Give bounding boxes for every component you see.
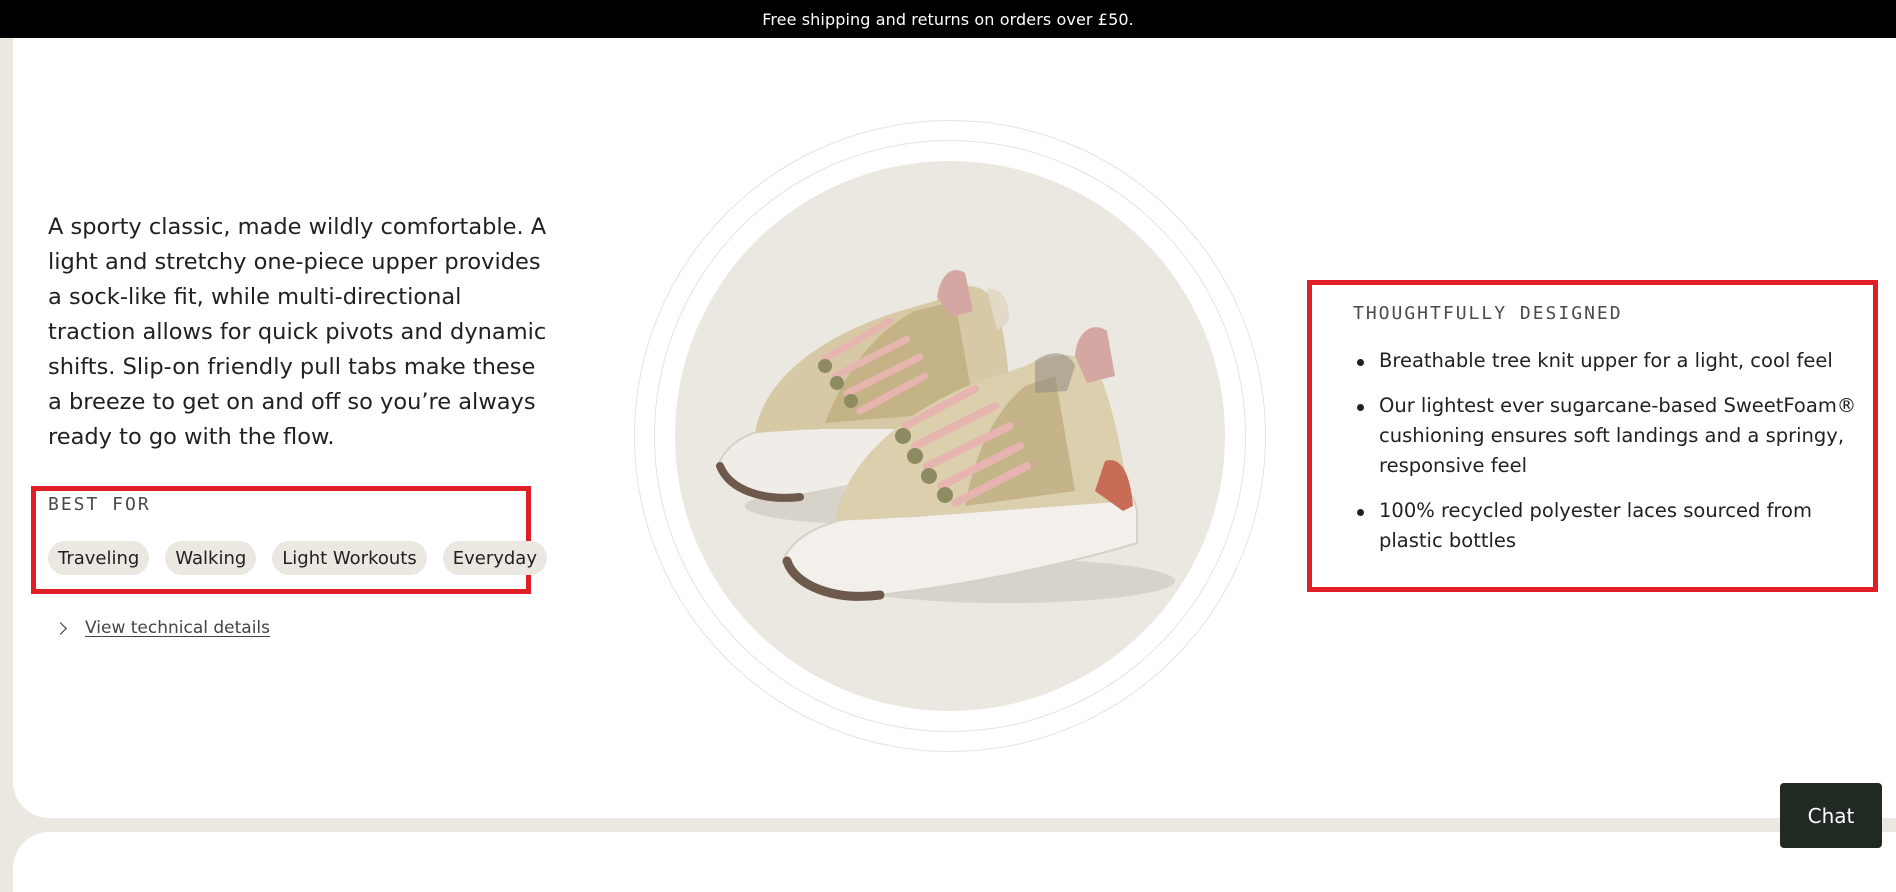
product-image bbox=[675, 161, 1225, 711]
tag-traveling: Traveling bbox=[48, 541, 150, 575]
product-description: A sporty classic, made wildly comfortabl… bbox=[48, 214, 547, 450]
announcement-text: Free shipping and returns on orders over… bbox=[762, 9, 1134, 29]
view-technical-details-link[interactable]: View technical details bbox=[54, 618, 270, 638]
best-for-heading: BEST FOR bbox=[48, 494, 151, 515]
feature-list: Breathable tree knit upper for a light, … bbox=[1353, 346, 1863, 571]
announcement-bar: Free shipping and returns on orders over… bbox=[0, 0, 1896, 38]
feature-item: 100% recycled polyester laces sourced fr… bbox=[1353, 496, 1863, 556]
chevron-right-icon bbox=[54, 621, 67, 635]
tag-everyday: Everyday bbox=[442, 541, 547, 575]
view-technical-details-label[interactable]: View technical details bbox=[85, 618, 270, 638]
tag-walking: Walking bbox=[165, 541, 257, 575]
feature-item: Breathable tree knit upper for a light, … bbox=[1353, 346, 1863, 376]
chat-button-label[interactable]: Chat bbox=[1808, 804, 1855, 828]
feature-item: Our lightest ever sugarcane-based SweetF… bbox=[1353, 391, 1863, 481]
best-for-tags: Traveling Walking Light Workouts Everyda… bbox=[48, 541, 547, 575]
tag-light-workouts: Light Workouts bbox=[272, 541, 427, 575]
thoughtfully-designed-heading: THOUGHTFULLY DESIGNED bbox=[1353, 303, 1623, 324]
next-section-card bbox=[13, 832, 1896, 892]
chat-button[interactable]: Chat bbox=[1780, 783, 1882, 848]
sneaker-image bbox=[716, 270, 1175, 603]
